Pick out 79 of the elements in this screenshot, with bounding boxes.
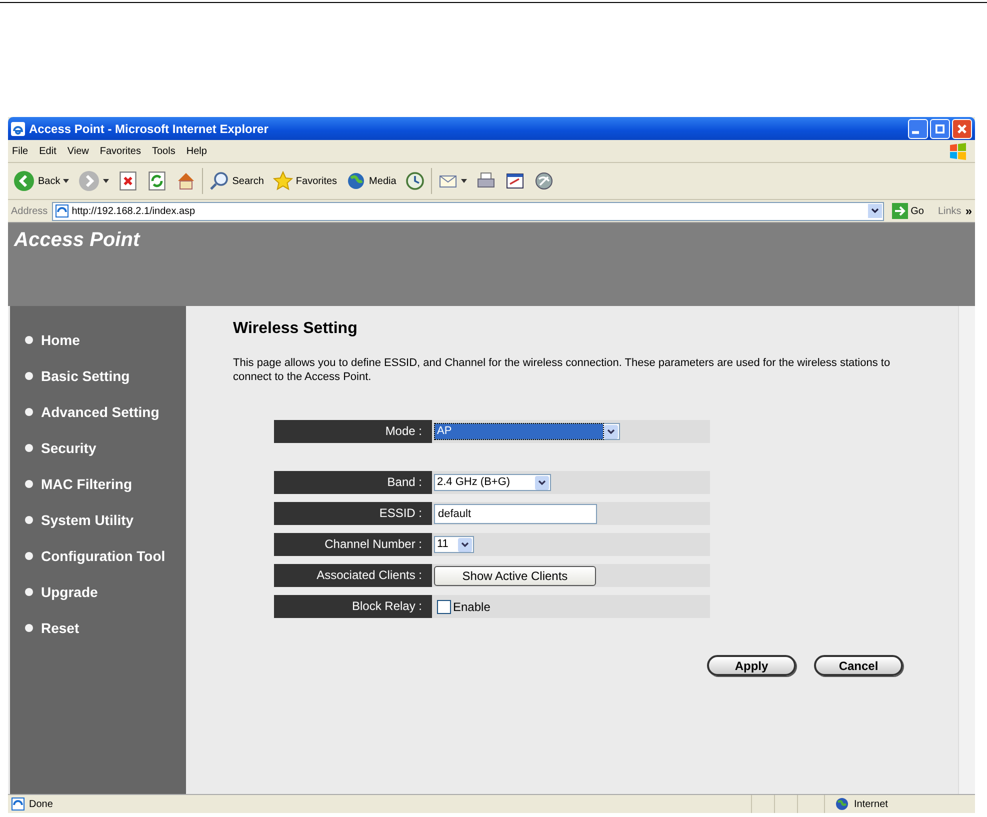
windows-flag-icon [947,142,969,160]
bullet-icon [25,552,33,560]
field-label: Block Relay : [274,595,432,618]
go-arrow-icon [892,203,908,219]
bullet-icon [25,480,33,488]
menu-item[interactable]: File [12,146,28,156]
field-label: Mode : [274,420,432,443]
search-icon [209,171,230,191]
dropdown-icon [535,476,549,490]
edit-icon [505,171,526,191]
dropdown-field[interactable]: 11 [434,536,474,553]
status-text: Done [29,798,54,810]
bullet-icon [25,588,33,596]
dropdown-icon [868,204,882,218]
text-field[interactable]: default [434,504,597,524]
favorites-button[interactable]: Favorites [270,166,340,196]
page-description: This page allows you to define ESSID, and Channel for the wireless connection. These parameters are used for the wireless stations to connect to the Access Point. [233,356,892,384]
back-button[interactable]: Back [10,166,72,196]
dropdown-icon [458,538,472,552]
nav-link[interactable]: System Utility [10,502,186,538]
apply-button[interactable]: Apply [707,655,796,676]
bullet-icon [25,372,33,380]
field-label: Associated Clients : [274,564,432,587]
nav-link[interactable]: Home [10,322,186,358]
menu-item[interactable]: Edit [39,146,56,156]
checkbox-label: Enable [453,600,490,614]
globe-icon [346,171,366,191]
close-icon [956,122,968,134]
bullet-icon [25,336,33,344]
dropdown-field[interactable]: 2.4 GHz (B+G) [434,474,551,491]
nav-link[interactable]: Security [10,430,186,466]
page-icon [54,204,69,218]
field-label: ESSID : [274,502,432,525]
nav-link[interactable]: Configuration Tool [10,538,186,574]
house-icon [176,171,196,191]
cancel-button[interactable]: Cancel [814,655,903,676]
nav-link[interactable]: MAC Filtering [10,466,186,502]
menu-item[interactable]: View [67,146,89,156]
nav-link[interactable]: Reset [10,610,186,646]
field-label: Channel Number : [274,533,432,556]
bullet-icon [25,408,33,416]
links-more-button[interactable]: » [965,204,972,218]
refresh-icon [147,171,168,191]
page-heading: Wireless Setting [233,320,358,338]
menu-item[interactable]: Tools [152,146,176,156]
bullet-icon [25,444,33,452]
window-title: Access Point - Microsoft Internet Explorer [29,122,270,136]
dropdown-icon [604,424,618,438]
nav-link[interactable]: Upgrade [10,574,186,610]
globe-icon [835,797,849,811]
stop-icon [118,171,138,191]
maximize-button[interactable] [930,118,950,138]
media-button[interactable]: Media [343,166,400,196]
nav-link[interactable]: Advanced Setting [10,394,186,430]
maximize-icon [934,122,946,134]
links-button[interactable]: Links [938,206,962,216]
clock-icon [405,171,426,191]
address-field[interactable]: http://192.168.2.1/index.asp [52,202,884,220]
browser-logo-icon [11,122,25,136]
page-icon [11,797,25,811]
bullet-icon [25,516,33,524]
bullet-icon [25,624,33,632]
dropdown-field[interactable]: AP [434,423,620,440]
site-title: Access Point [14,229,140,251]
minimize-button[interactable] [908,118,928,138]
checkbox[interactable] [437,600,451,614]
close-button[interactable] [952,118,972,138]
field-label: Band : [274,471,432,494]
star-icon [272,171,293,191]
messenger-icon [534,171,554,191]
menu-item[interactable]: Help [186,146,207,156]
nav-link[interactable]: Basic Setting [10,358,186,394]
go-button[interactable]: Go [888,203,928,219]
show-clients-button[interactable]: Show Active Clients [434,566,596,586]
search-button[interactable]: Search [206,166,267,196]
menu-item[interactable]: Favorites [100,146,141,156]
minimize-icon [912,130,919,134]
zone-text: Internet [854,798,888,810]
address-label: Address [11,206,48,216]
